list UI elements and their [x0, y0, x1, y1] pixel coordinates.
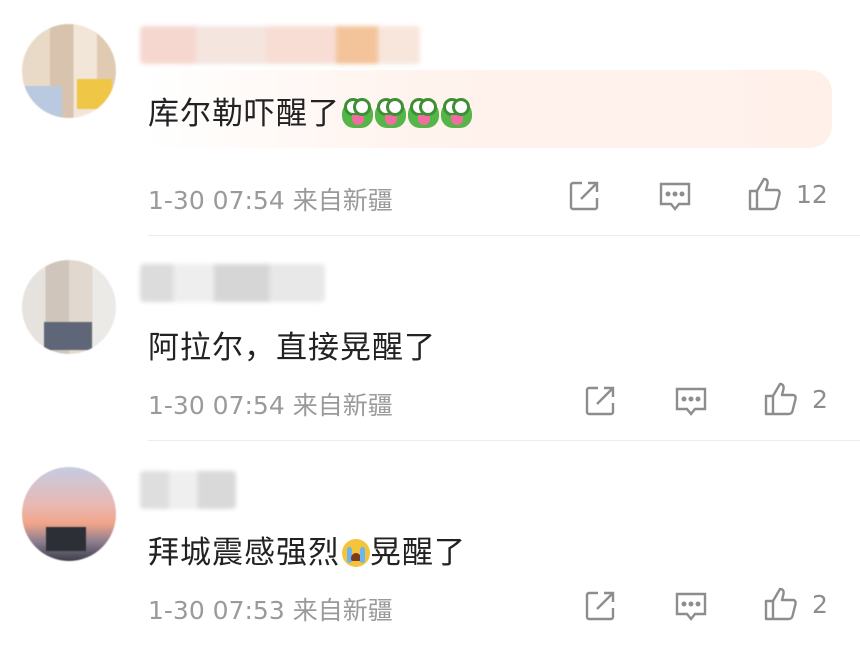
- username-blurred[interactable]: [140, 264, 325, 302]
- avatar[interactable]: [22, 24, 116, 118]
- comment-text: 库尔勒吓醒了: [148, 88, 472, 133]
- username-blurred[interactable]: [140, 26, 420, 64]
- comment-item: 阿拉尔，直接晃醒了 1-30 07:54 来自新疆 2: [0, 236, 860, 450]
- comment-location: 来自新疆: [292, 186, 393, 215]
- frog-emoji-icon: [342, 98, 373, 128]
- like-button[interactable]: 2: [762, 381, 828, 417]
- comment-item: 拜城震感强烈 晃醒了 1-30 07:53 来自新疆 2: [0, 441, 860, 655]
- comment-text-body: 拜城震感强烈: [148, 535, 340, 571]
- comment-meta: 1-30 07:54 来自新疆: [148, 386, 393, 422]
- comment-location: 来自新疆: [292, 596, 393, 625]
- frog-emoji-icon: [408, 98, 439, 128]
- share-button[interactable]: [567, 178, 601, 214]
- thumbs-up-icon: [764, 382, 797, 416]
- reply-button[interactable]: [673, 588, 709, 624]
- share-icon: [569, 181, 599, 211]
- comment-icon: [675, 387, 707, 416]
- comment-location: 来自新疆: [292, 391, 393, 420]
- comment-icon: [675, 592, 707, 621]
- reply-button[interactable]: [657, 178, 693, 214]
- avatar[interactable]: [22, 467, 116, 561]
- comment-time: 1-30 07:54: [148, 391, 285, 420]
- like-count: 2: [812, 589, 828, 619]
- comment-meta: 1-30 07:54 来自新疆: [148, 181, 393, 217]
- comment-text: 阿拉尔，直接晃醒了: [148, 322, 436, 367]
- like-count: 2: [812, 384, 828, 414]
- thumbs-up-icon: [748, 177, 781, 211]
- like-button[interactable]: 12: [746, 176, 828, 212]
- reply-button[interactable]: [673, 383, 709, 419]
- crying-emoji-icon: [342, 539, 370, 567]
- share-button[interactable]: [583, 588, 617, 624]
- comment-time: 1-30 07:53: [148, 596, 285, 625]
- comment-text: 拜城震感强烈 晃醒了: [148, 527, 466, 572]
- like-count: 12: [796, 179, 828, 209]
- thumbs-up-icon: [764, 587, 797, 621]
- like-button[interactable]: 2: [762, 586, 828, 622]
- comment-meta: 1-30 07:53 来自新疆: [148, 591, 393, 627]
- comment-icon: [659, 182, 691, 211]
- frog-emoji-icon: [441, 98, 472, 128]
- comment-text-body: 库尔勒吓醒了: [148, 96, 340, 132]
- share-icon: [585, 591, 615, 621]
- share-icon: [585, 386, 615, 416]
- username-blurred[interactable]: [140, 471, 236, 509]
- avatar[interactable]: [22, 260, 116, 354]
- comment-time: 1-30 07:54: [148, 186, 285, 215]
- comment-text-body: 晃醒了: [370, 535, 466, 571]
- frog-emoji-icon: [375, 98, 406, 128]
- share-button[interactable]: [583, 383, 617, 419]
- comment-text-body: 阿拉尔，直接晃醒了: [148, 330, 436, 366]
- comment-item: 库尔勒吓醒了 1-30 07:54 来自新疆 12: [0, 0, 860, 236]
